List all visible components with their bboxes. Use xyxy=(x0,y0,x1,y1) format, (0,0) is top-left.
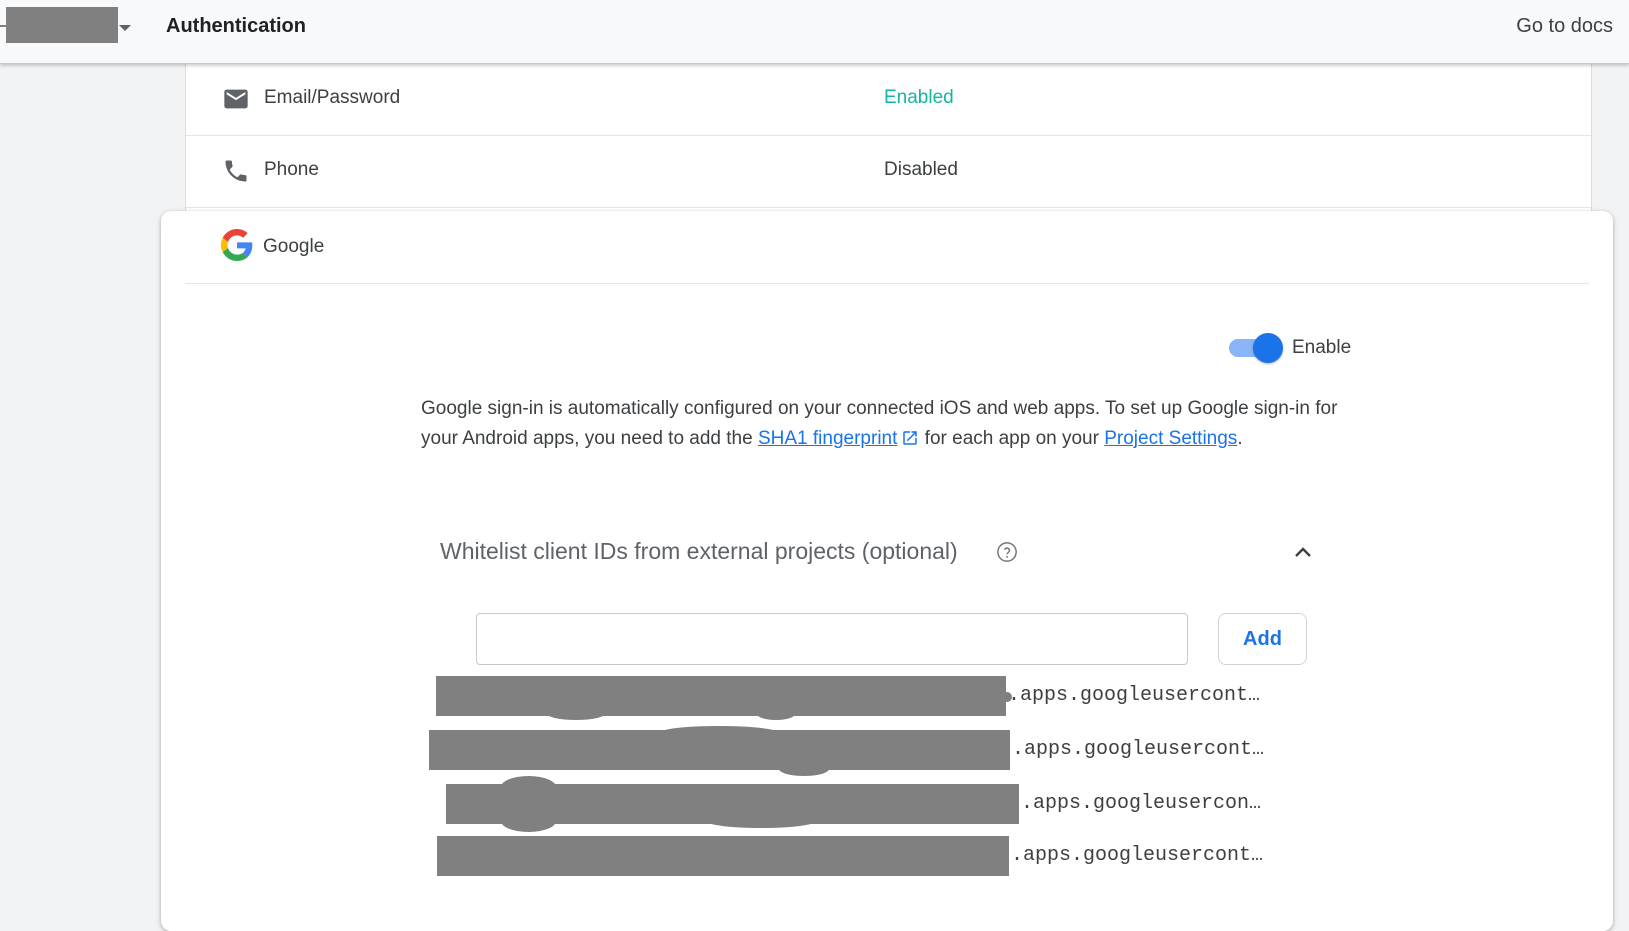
google-provider-panel: Google Enable Google sign-in is automati… xyxy=(161,211,1613,931)
provider-label: Google xyxy=(263,236,325,257)
provider-status: Enabled xyxy=(884,87,954,108)
redaction-scribble xyxy=(501,776,556,798)
enable-toggle[interactable] xyxy=(1227,332,1283,363)
redaction-scribble xyxy=(501,810,556,832)
provider-row-phone[interactable]: Phone Disabled xyxy=(186,135,1591,208)
redaction-scribble xyxy=(546,706,606,720)
client-id-row: .apps.googleusercon… xyxy=(446,776,1276,832)
client-id-row: .apps.googleusercont… xyxy=(429,726,1269,776)
enable-label: Enable xyxy=(1292,337,1352,358)
client-id-redacted xyxy=(437,836,1009,876)
sign-in-providers-list: Email/Password Enabled Phone Disabled xyxy=(185,63,1592,213)
redaction-scribble xyxy=(706,814,816,828)
google-logo-icon xyxy=(221,229,253,261)
provider-status: Disabled xyxy=(884,159,958,180)
description-text: for each app on your xyxy=(919,428,1105,449)
provider-row-google[interactable]: Google xyxy=(185,211,1589,284)
google-setup-description: Google sign-in is automatically configur… xyxy=(421,394,1341,454)
top-bar: Authentication Go to docs xyxy=(0,0,1629,64)
description-text: . xyxy=(1237,428,1243,449)
provider-row-email-password[interactable]: Email/Password Enabled xyxy=(186,63,1591,136)
client-id-suffix: .apps.googleusercon… xyxy=(1021,792,1262,815)
phone-icon xyxy=(225,160,247,182)
project-settings-link[interactable]: Project Settings xyxy=(1104,428,1237,449)
mail-icon xyxy=(224,89,248,109)
redaction-scribble xyxy=(756,706,796,720)
client-id-input[interactable] xyxy=(476,613,1188,665)
client-id-suffix: .apps.googleusercont… xyxy=(1012,738,1265,761)
project-name-redacted[interactable] xyxy=(6,7,118,43)
page-title: Authentication xyxy=(166,15,306,37)
help-icon[interactable] xyxy=(996,541,1018,563)
go-to-docs-link[interactable]: Go to docs xyxy=(1516,15,1613,38)
add-client-id-button[interactable]: Add xyxy=(1218,613,1307,665)
whitelist-title: Whitelist client IDs from external proje… xyxy=(440,538,958,564)
project-dropdown-caret-icon[interactable] xyxy=(119,25,131,31)
chevron-up-icon[interactable] xyxy=(1291,541,1315,565)
external-link-icon[interactable] xyxy=(901,429,919,447)
redaction-scribble xyxy=(779,762,829,776)
client-id-redacted xyxy=(436,676,1006,716)
sha1-fingerprint-link[interactable]: SHA1 fingerprint xyxy=(758,428,897,449)
redaction-scribble xyxy=(659,726,779,740)
client-id-suffix: .apps.googleusercont… xyxy=(1011,844,1264,867)
provider-label: Email/Password xyxy=(264,87,401,108)
client-id-row: .apps.googleusercont… xyxy=(436,676,1266,720)
provider-label: Phone xyxy=(264,159,319,180)
client-id-row: .apps.googleusercont… xyxy=(437,836,1277,876)
client-id-suffix: .apps.googleusercont… xyxy=(1008,684,1261,707)
toggle-knob xyxy=(1253,333,1283,363)
